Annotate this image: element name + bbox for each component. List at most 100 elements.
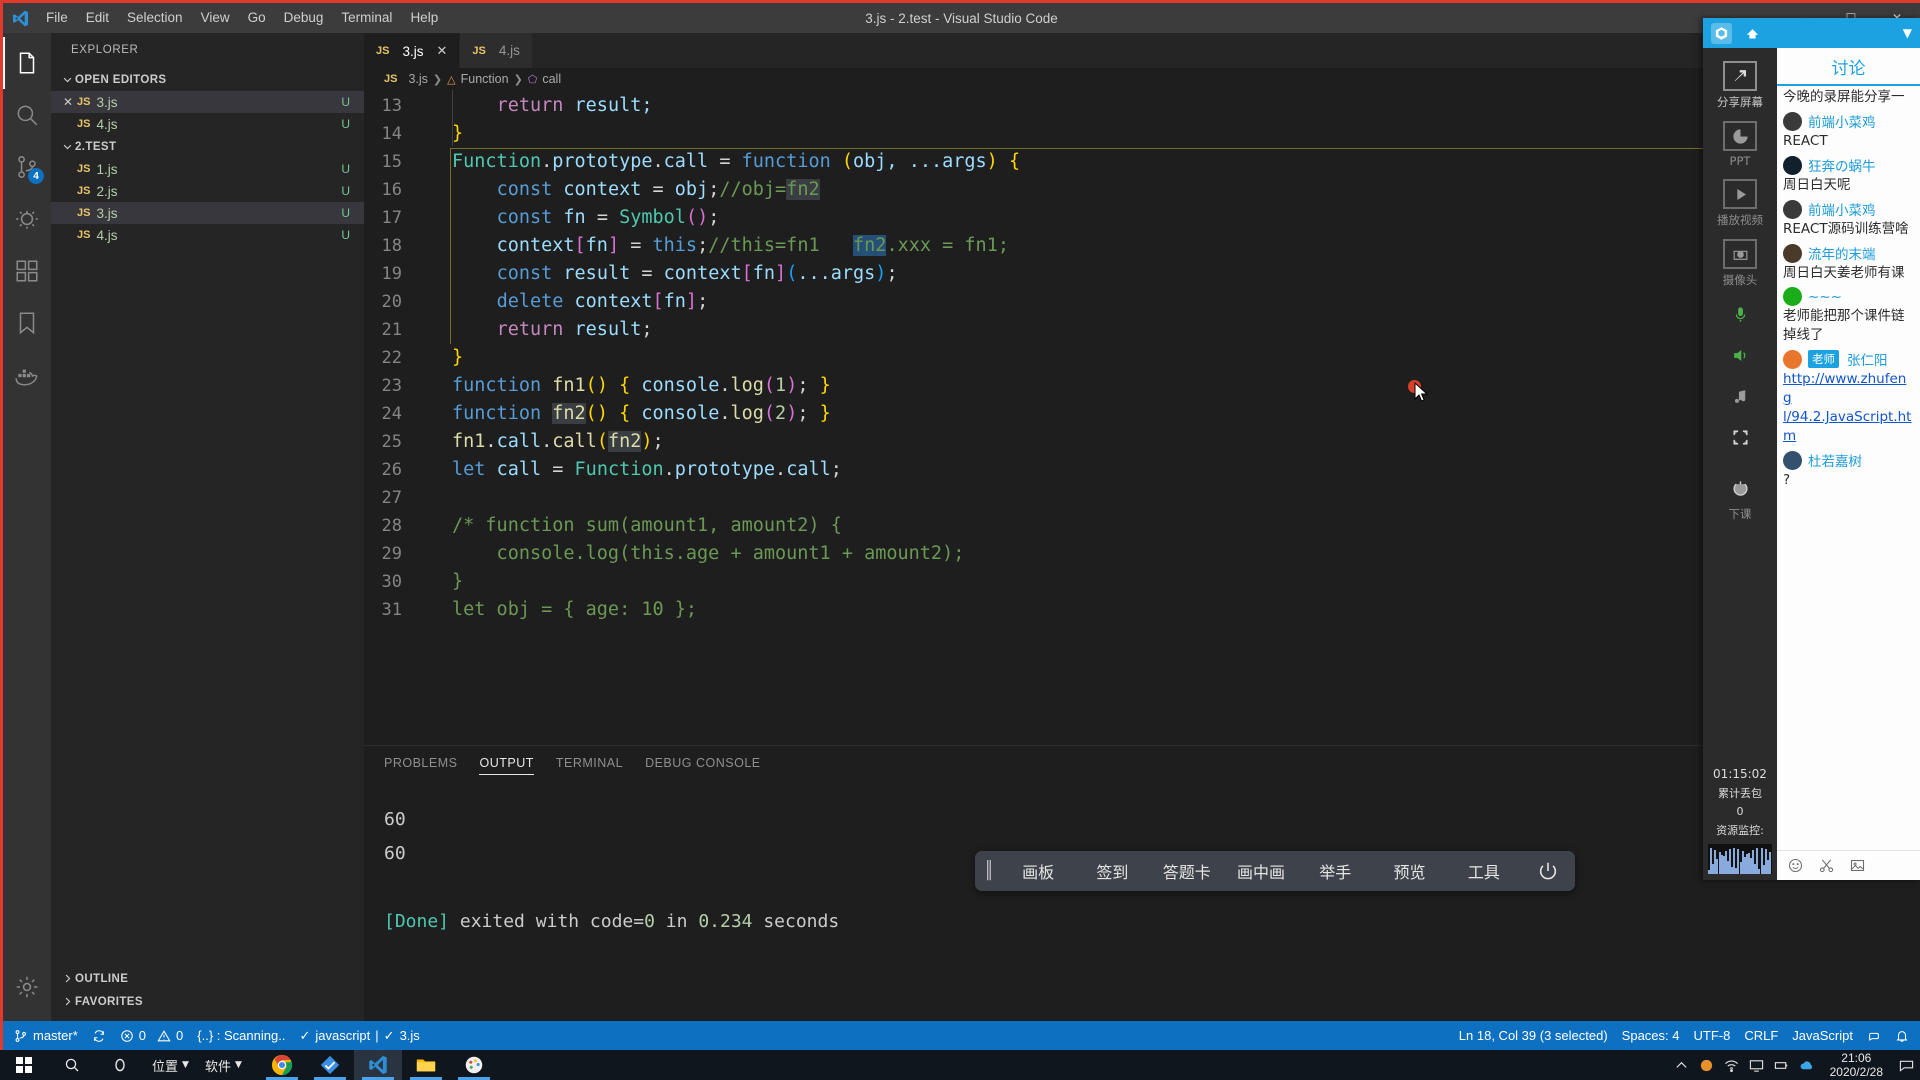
classbar-tools[interactable]: 工具 <box>1447 859 1521 883</box>
tool-fullscreen[interactable] <box>1703 417 1777 456</box>
tool-music[interactable] <box>1703 376 1777 415</box>
drag-handle-icon[interactable]: ║ <box>975 861 1001 881</box>
menu-bar[interactable]: File Edit Selection View Go Debug Termin… <box>37 3 447 33</box>
network-icon[interactable] <box>1724 1058 1739 1073</box>
classbar-answer-card[interactable]: 答题卡 <box>1150 859 1224 883</box>
tab-3js[interactable]: JS 3.js ✕ <box>364 33 461 68</box>
menu-go[interactable]: Go <box>239 3 275 33</box>
status-indentation[interactable]: Spaces: 4 <box>1615 1021 1687 1050</box>
file-4js[interactable]: JS 4.js U <box>51 224 364 246</box>
code-line[interactable]: 19 const result = context[fn](...args); <box>364 260 1920 288</box>
tool-speaker[interactable] <box>1703 335 1777 374</box>
taskbar-app-edge-dev[interactable] <box>306 1050 354 1080</box>
tool-play-video[interactable]: 播放视频 <box>1703 174 1777 232</box>
class-toolbar[interactable]: ║ 画板 签到 答题卡 画中画 举手 预览 工具 <box>975 851 1575 891</box>
chat-message[interactable]: 前端小菜鸡 REACT源码训练营啥 <box>1783 199 1914 239</box>
activity-settings[interactable] <box>3 961 51 1013</box>
monitor-icon[interactable] <box>1749 1058 1764 1073</box>
status-language[interactable]: JavaScript <box>1785 1021 1860 1050</box>
tool-end-class[interactable]: 下课 <box>1703 468 1777 526</box>
code-line[interactable]: 31 let obj = { age: 10 }; <box>364 596 1920 624</box>
close-icon[interactable]: ✕ <box>59 95 77 109</box>
code-line[interactable]: 17 const fn = Symbol(); <box>364 204 1920 232</box>
chat-message-link[interactable]: http://www.zhufeng <box>1783 370 1914 408</box>
code-line[interactable]: 20 delete context[fn]; <box>364 288 1920 316</box>
chat-message[interactable]: ~~~ 老师能把那个课件链 掉线了 <box>1783 287 1914 345</box>
classbar-raise-hand[interactable]: 举手 <box>1298 859 1372 883</box>
cortana-icon[interactable] <box>96 1050 144 1080</box>
menu-edit[interactable]: Edit <box>77 3 118 33</box>
activity-docker[interactable] <box>3 349 51 401</box>
taskbar-menu-location[interactable]: 位置 ▼ <box>144 1056 197 1075</box>
status-problems[interactable]: 0 0 <box>113 1021 190 1050</box>
menu-file[interactable]: File <box>37 3 77 33</box>
activity-source-control[interactable]: 4 <box>3 141 51 193</box>
code-line[interactable]: 26 let call = Function.prototype.call; <box>364 456 1920 484</box>
chevron-down-icon[interactable]: ▼ <box>1903 26 1912 40</box>
cloud-icon[interactable] <box>1799 1058 1814 1073</box>
code-line[interactable]: 25 fn1.call.call(fn2); <box>364 428 1920 456</box>
scissors-icon[interactable] <box>1818 857 1835 874</box>
code-line[interactable]: 29 console.log(this.age + amount1 + amou… <box>364 540 1920 568</box>
menu-debug[interactable]: Debug <box>275 3 333 33</box>
power-icon[interactable] <box>1521 860 1575 882</box>
activity-explorer[interactable] <box>3 37 51 89</box>
menu-help[interactable]: Help <box>401 3 447 33</box>
code-line[interactable]: 27 <box>364 484 1920 512</box>
classbar-preview[interactable]: 预览 <box>1372 859 1446 883</box>
share-icon[interactable] <box>1742 23 1763 44</box>
search-icon[interactable] <box>48 1050 96 1080</box>
activity-search[interactable] <box>3 89 51 141</box>
code-line[interactable]: 21 return result; <box>364 316 1920 344</box>
file-1js[interactable]: JS 1.js U <box>51 158 364 180</box>
activity-bookmarks[interactable] <box>3 297 51 349</box>
classbar-signin[interactable]: 签到 <box>1075 859 1149 883</box>
status-branch[interactable]: master* <box>7 1021 85 1050</box>
taskbar-app-paint[interactable] <box>450 1050 498 1080</box>
notification-icon[interactable] <box>1899 1058 1914 1073</box>
code-line[interactable]: 14} <box>364 120 1920 148</box>
code-line[interactable]: 23 function fn1() { console.log(1); } <box>364 372 1920 400</box>
taskbar-app-visual-studio-code[interactable] <box>353 1050 402 1080</box>
chat-message[interactable]: 老师 张仁阳 http://www.zhufeng l/94.2.JavaScript… <box>1783 349 1914 446</box>
chat-message[interactable]: 今晚的录屏能分享一 <box>1783 88 1914 107</box>
status-sync[interactable] <box>85 1021 113 1050</box>
classbar-whiteboard[interactable]: 画板 <box>1001 859 1075 883</box>
status-lint[interactable]: ✓ javascript | ✓ 3.js <box>292 1021 426 1050</box>
chat-message[interactable]: 流年的末端 周日白天姜老师有课 <box>1783 243 1914 283</box>
section-folder-2test[interactable]: 2.TEST <box>51 135 364 158</box>
tool-microphone[interactable] <box>1703 294 1777 333</box>
windows-start-icon[interactable] <box>0 1050 48 1080</box>
code-lines[interactable]: 13 return result; 14} 15 Function.prototype… <box>364 90 1920 745</box>
tool-share-screen[interactable]: 分享屏幕 <box>1703 56 1777 114</box>
section-open-editors[interactable]: OPEN EDITORS <box>51 68 364 91</box>
classbar-pip[interactable]: 画中画 <box>1224 859 1298 883</box>
code-line[interactable]: 28 /* function sum(amount1, amount2) { <box>364 512 1920 540</box>
code-line[interactable]: 15 Function.prototype.call = function (ob… <box>364 148 1920 176</box>
taskbar-app-file-explorer[interactable] <box>402 1050 450 1080</box>
code-line[interactable]: 30} <box>364 568 1920 596</box>
taskbar-clock[interactable]: 21:06 2020/2/28 <box>1824 1051 1889 1079</box>
status-notifications[interactable] <box>1888 1021 1916 1050</box>
section-favorites[interactable]: FAVORITES <box>51 990 364 1013</box>
code-viewport[interactable]: 13 return result; 14} 15 Function.prototype… <box>364 90 1920 745</box>
status-scanning[interactable]: {..} : Scanning.. <box>190 1021 292 1050</box>
app-logo-icon[interactable] <box>1711 22 1732 44</box>
chat-message[interactable]: 狂奔の蜗牛 周日白天呢 <box>1783 155 1914 195</box>
activity-debug[interactable] <box>3 193 51 245</box>
tab-close-icon[interactable]: ✕ <box>436 43 447 59</box>
color-icon[interactable] <box>1699 1058 1714 1073</box>
battery-icon[interactable] <box>1774 1058 1789 1073</box>
code-line[interactable]: 13 return result; <box>364 92 1920 120</box>
tool-camera[interactable]: 摄像头 <box>1703 234 1777 292</box>
breadcrumb-symbol-function[interactable]: Function <box>461 72 509 86</box>
chat-message[interactable]: 前端小菜鸡 REACT <box>1783 111 1914 151</box>
status-eol[interactable]: CRLF <box>1737 1021 1785 1050</box>
tab-4js[interactable]: JS 4.js <box>460 33 533 68</box>
code-line[interactable]: 16 const context = obj;//obj=fn2 <box>364 176 1920 204</box>
taskbar-app-chrome[interactable] <box>258 1050 306 1080</box>
taskbar-menu-software[interactable]: 软件 ▼ <box>197 1056 250 1075</box>
chat-message[interactable]: 杜若嘉树? <box>1783 450 1914 490</box>
tab-debug-console[interactable]: DEBUG CONSOLE <box>645 746 761 781</box>
code-line[interactable]: 18 context[fn] = this;//this=fn1 fn2.xxx… <box>364 232 1920 260</box>
